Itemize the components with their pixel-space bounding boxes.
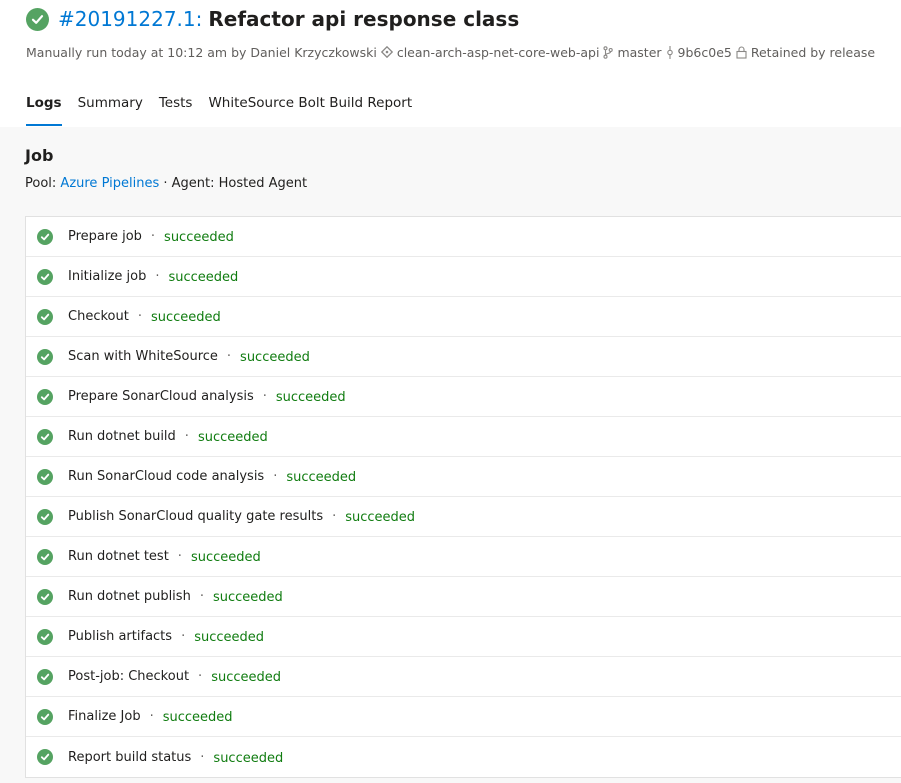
step-row[interactable]: Run dotnet publish · succeeded	[26, 577, 901, 617]
check-circle-icon	[37, 708, 53, 725]
step-status: succeeded	[213, 750, 284, 766]
step-row[interactable]: Report build status · succeeded	[26, 737, 901, 777]
check-circle-icon	[37, 628, 53, 645]
check-circle-icon	[37, 348, 53, 365]
step-name: Scan with WhiteSource	[68, 349, 218, 364]
tab-tests[interactable]: Tests	[159, 94, 193, 128]
step-name: Prepare SonarCloud analysis	[68, 389, 254, 404]
step-row[interactable]: Checkout · succeeded	[26, 297, 901, 337]
step-name: Post-job: Checkout	[68, 669, 190, 684]
pool-link[interactable]: Azure Pipelines	[60, 176, 159, 191]
step-row[interactable]: Run dotnet build · succeeded	[26, 417, 901, 457]
step-name: Publish artifacts	[68, 629, 173, 644]
check-circle-icon	[37, 308, 53, 325]
step-separator: ·	[149, 709, 154, 724]
step-status: succeeded	[150, 310, 221, 325]
step-separator: ·	[200, 749, 205, 765]
step-separator: ·	[150, 229, 156, 244]
step-separator: ·	[198, 669, 203, 684]
commit-icon	[666, 45, 674, 59]
check-circle-icon	[37, 548, 53, 565]
step-separator: ·	[273, 469, 278, 484]
step-status: succeeded	[211, 670, 281, 685]
run-header: #20191227.1 : Refactor api response clas…	[0, 0, 901, 127]
step-separator: ·	[226, 349, 232, 364]
step-separator: ·	[181, 629, 186, 644]
step-separator: ·	[137, 309, 142, 324]
step-row[interactable]: Run SonarCloud code analysis · succeeded	[26, 457, 901, 497]
retention-text: Retained by release	[750, 44, 876, 60]
tab-bar: Logs Summary Tests WhiteSource Bolt Buil…	[26, 94, 428, 128]
step-row[interactable]: Post-job: Checkout · succeeded	[26, 657, 901, 697]
step-row[interactable]: Prepare job · succeeded	[26, 217, 901, 257]
step-row[interactable]: Scan with WhiteSource · succeeded	[26, 337, 901, 377]
step-separator: ·	[177, 549, 182, 564]
step-name: Run SonarCloud code analysis	[68, 469, 265, 484]
lock-icon	[736, 45, 747, 59]
check-circle-icon	[37, 588, 53, 605]
step-row[interactable]: Finalize Job · succeeded	[26, 697, 901, 737]
git-repo-icon	[380, 46, 393, 58]
repository-link[interactable]: clean-arch-asp-net-core-web-api	[397, 45, 600, 60]
step-status: succeeded	[190, 550, 261, 565]
step-status: succeeded	[345, 510, 416, 525]
check-circle-icon	[37, 388, 53, 405]
step-name: Run dotnet build	[68, 429, 176, 444]
check-circle-icon	[37, 468, 53, 485]
step-status: succeeded	[212, 590, 283, 605]
step-separator: ·	[332, 509, 337, 524]
step-name: Report build status	[68, 749, 192, 765]
logs-panel: Job Pool: Azure Pipelines · Agent: Hoste…	[0, 127, 901, 783]
job-title: Job	[25, 146, 54, 165]
job-pool-info: Pool: Azure Pipelines · Agent: Hosted Ag…	[25, 176, 307, 191]
check-circle-icon	[37, 268, 53, 285]
run-title: Refactor api response class	[208, 7, 520, 31]
check-circle-icon	[37, 228, 53, 245]
step-status: succeeded	[164, 230, 234, 245]
step-name: Publish SonarCloud quality gate results	[68, 509, 324, 524]
tab-summary[interactable]: Summary	[78, 94, 143, 128]
agent-text: · Agent: Hosted Agent	[159, 176, 308, 191]
run-number-link[interactable]: #20191227.1	[58, 7, 196, 31]
run-trigger-text: Manually run today at 10:12 am by Daniel…	[26, 44, 377, 60]
branch-icon	[603, 45, 614, 59]
check-circle-icon	[37, 428, 53, 445]
step-row[interactable]: Initialize job · succeeded	[26, 257, 901, 297]
run-title-row: #20191227.1 : Refactor api response clas…	[26, 5, 519, 33]
step-name: Checkout	[68, 309, 129, 324]
step-separator: ·	[199, 589, 204, 604]
check-circle-icon	[37, 508, 53, 525]
run-number-colon: :	[195, 7, 203, 31]
step-status: succeeded	[275, 390, 346, 405]
step-row[interactable]: Prepare SonarCloud analysis · succeeded	[26, 377, 901, 417]
check-circle-icon	[26, 7, 49, 31]
step-status: succeeded	[194, 630, 265, 645]
step-name: Run dotnet publish	[68, 589, 191, 604]
step-name: Initialize job	[68, 269, 147, 284]
step-name: Run dotnet test	[68, 549, 169, 564]
pool-label: Pool:	[25, 176, 61, 191]
step-status: succeeded	[168, 270, 239, 285]
tab-whitesource-bolt-build-report[interactable]: WhiteSource Bolt Build Report	[208, 94, 412, 128]
step-status: succeeded	[286, 470, 357, 485]
step-row[interactable]: Publish SonarCloud quality gate results …	[26, 497, 901, 537]
step-separator: ·	[262, 389, 267, 404]
branch-link[interactable]: master	[617, 45, 661, 60]
check-circle-icon	[37, 668, 53, 685]
step-name: Finalize Job	[68, 709, 141, 724]
step-status: succeeded	[162, 710, 233, 725]
step-name: Prepare job	[68, 229, 142, 244]
step-separator: ·	[155, 269, 160, 284]
check-circle-icon	[37, 749, 53, 765]
tab-logs[interactable]: Logs	[26, 94, 62, 128]
step-status: succeeded	[240, 350, 310, 365]
commit-link[interactable]: 9b6c0e5	[678, 45, 732, 60]
step-status: succeeded	[197, 430, 268, 445]
run-meta: Manually run today at 10:12 am by Daniel…	[26, 43, 875, 61]
step-list: Prepare job · succeeded Initialize job ·…	[25, 216, 901, 778]
step-separator: ·	[184, 429, 189, 444]
step-row[interactable]: Publish artifacts · succeeded	[26, 617, 901, 657]
step-row[interactable]: Run dotnet test · succeeded	[26, 537, 901, 577]
